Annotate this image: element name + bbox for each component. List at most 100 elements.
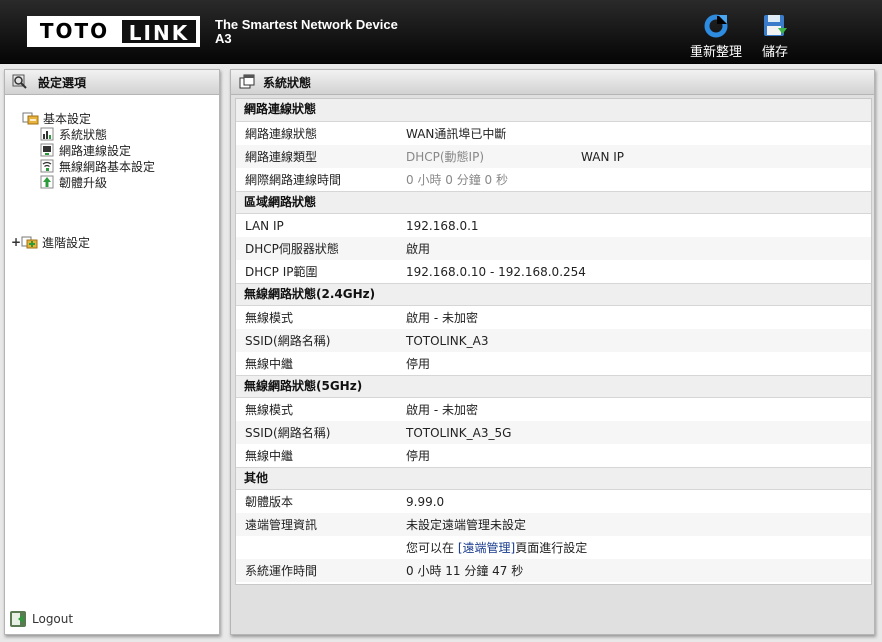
wireless-icon — [40, 159, 54, 173]
row-key: DHCP伺服器狀態 — [245, 242, 339, 256]
table-row: DHCP伺服器狀態 啟用 — [236, 237, 871, 260]
table-row: SSID(網路名稱) TOTOLINK_A3_5G — [236, 421, 871, 444]
section-network-title: 網路連線狀態 — [236, 99, 871, 122]
main-panel: 系統狀態 網路連線狀態 網路連線狀態 WAN通訊埠已中斷 網路連線類型 DHCP… — [230, 69, 875, 635]
row-value: 啟用 - 未加密 — [406, 403, 478, 417]
sidebar-title-bar: 設定選項 — [5, 70, 219, 95]
page-title: 系統狀態 — [263, 75, 312, 90]
table-row: 韌體版本 9.99.0 — [236, 490, 871, 513]
tree-advanced-settings[interactable]: + 進階設定 — [5, 234, 90, 250]
logout-link[interactable]: Logout — [9, 610, 73, 628]
sidebar-item-label: 韌體升級 — [59, 175, 108, 190]
row-key: 無線中繼 — [245, 357, 294, 371]
remote-hint-post: 頁面進行設定 — [515, 541, 588, 555]
row-value: 啟用 - 未加密 — [406, 311, 478, 325]
row-value: 未設定遠端管理未設定 — [406, 518, 527, 532]
row-value: 192.168.0.1 — [406, 218, 479, 233]
sidebar-item-label: 無線網路基本設定 — [59, 159, 156, 174]
save-icon — [764, 15, 787, 36]
row-value: TOTOLINK_A3 — [406, 333, 489, 348]
section-lan-title: 區域網路狀態 — [236, 191, 871, 214]
row-key: 網路連線類型 — [245, 150, 318, 164]
logout-icon — [10, 611, 26, 627]
row-value: 192.168.0.10 - 192.168.0.254 — [406, 264, 586, 279]
row-key: 無線模式 — [245, 403, 294, 417]
sidebar-item-label: 網路連線設定 — [59, 143, 132, 158]
section-wifi24-title: 無線網路狀態(2.4GHz) — [236, 283, 871, 306]
sidebar-title: 設定選項 — [38, 75, 87, 90]
table-row: 您可以在 [遠端管理]頁面進行設定 — [236, 536, 871, 559]
row-value: 啟用 — [406, 242, 431, 256]
sidebar-item-label: 系統狀態 — [59, 127, 108, 142]
top-header: TOTO LINK The Smartest Network Device A3… — [0, 0, 882, 64]
row-key: SSID(網路名稱) — [245, 334, 331, 348]
remote-hint-pre: 您可以在 — [406, 541, 458, 555]
settings-sidebar: 設定選項 基本設定 系統狀態 網路連線設定 無線網路基本設定 韌體升級 + 進階… — [4, 69, 220, 635]
row-key: 網際網路連線時間 — [245, 173, 342, 187]
row-key: 無線模式 — [245, 311, 294, 325]
tree-advanced-label: 進階設定 — [42, 235, 91, 250]
row-value: 停用 — [406, 357, 431, 371]
row-key: 系統運作時間 — [245, 564, 318, 578]
logo-link: LINK — [120, 18, 198, 45]
row-key: LAN IP — [245, 218, 284, 233]
table-row: 網際網路連線時間 0 小時 0 分鐘 0 秒 — [236, 168, 871, 191]
settings-tree: 基本設定 系統狀態 網路連線設定 無線網路基本設定 韌體升級 — [5, 110, 219, 190]
table-row: 無線模式 啟用 - 未加密 — [236, 398, 871, 421]
refresh-button[interactable]: 重新整理 — [686, 14, 746, 60]
expand-plus-icon[interactable]: + — [11, 235, 21, 249]
window-icon — [239, 74, 255, 89]
sidebar-item-firmware-upgrade[interactable]: 韌體升級 — [5, 174, 219, 190]
table-row: LAN IP 192.168.0.1 — [236, 214, 871, 237]
row-value: TOTOLINK_A3_5G — [406, 425, 512, 440]
table-row: DHCP IP範圍 192.168.0.10 - 192.168.0.254 — [236, 260, 871, 283]
section-wifi5-title: 無線網路狀態(5GHz) — [236, 375, 871, 398]
row-value: 9.99.0 — [406, 494, 445, 509]
row-key: DHCP IP範圍 — [245, 265, 318, 279]
tagline-block: The Smartest Network Device A3 — [215, 18, 398, 46]
sidebar-item-wireless-basic[interactable]: 無線網路基本設定 — [5, 158, 219, 174]
computer-icon — [40, 143, 54, 157]
magnifier-icon — [12, 74, 27, 89]
table-row: 無線模式 啟用 - 未加密 — [236, 306, 871, 329]
section-other-title: 其他 — [236, 467, 871, 490]
table-row: SSID(網路名稱) TOTOLINK_A3 — [236, 329, 871, 352]
row-extra: WAN IP — [581, 149, 625, 164]
table-row: 系統運作時間 0 小時 11 分鐘 47 秒 — [236, 559, 871, 582]
row-key: 無線中繼 — [245, 449, 294, 463]
logout-label: Logout — [32, 612, 74, 626]
upgrade-icon — [40, 175, 54, 189]
row-value: WAN通訊埠已中斷 — [406, 127, 507, 141]
row-value: 0 小時 11 分鐘 47 秒 — [406, 564, 524, 578]
row-value: 停用 — [406, 449, 431, 463]
status-content: 網路連線狀態 網路連線狀態 WAN通訊埠已中斷 網路連線類型 DHCP(動態IP… — [235, 98, 872, 585]
table-row: 無線中繼 停用 — [236, 352, 871, 375]
table-row: 網路連線狀態 WAN通訊埠已中斷 — [236, 122, 871, 145]
logo-toto: TOTO — [29, 18, 120, 45]
table-row: 無線中繼 停用 — [236, 444, 871, 467]
folder-open-icon — [22, 112, 39, 125]
row-key: SSID(網路名稱) — [245, 426, 331, 440]
main-title-bar: 系統狀態 — [231, 70, 874, 95]
folder-closed-icon — [21, 236, 38, 249]
sidebar-item-system-status[interactable]: 系統狀態 — [5, 126, 219, 142]
refresh-label: 重新整理 — [689, 45, 742, 60]
save-label: 儲存 — [761, 45, 788, 60]
sidebar-item-network-settings[interactable]: 網路連線設定 — [5, 142, 219, 158]
row-value: 您可以在 [遠端管理]頁面進行設定 — [406, 539, 587, 556]
row-key: 韌體版本 — [245, 495, 294, 509]
row-key: 網路連線狀態 — [245, 127, 318, 141]
save-button[interactable]: 儲存 — [755, 14, 795, 60]
totolink-logo: TOTO LINK — [27, 16, 200, 47]
remote-management-link[interactable]: [遠端管理] — [458, 541, 515, 555]
bar-chart-icon — [40, 127, 54, 141]
model-name: A3 — [215, 31, 232, 46]
refresh-icon — [704, 14, 728, 38]
row-value: DHCP(動態IP) — [406, 150, 485, 164]
tree-basic-settings[interactable]: 基本設定 — [5, 110, 219, 126]
tree-basic-label: 基本設定 — [43, 111, 92, 126]
tagline: The Smartest Network Device — [215, 17, 398, 32]
row-value: 0 小時 0 分鐘 0 秒 — [406, 173, 508, 187]
table-row: 網路連線類型 DHCP(動態IP) WAN IP — [236, 145, 871, 168]
table-row: 遠端管理資訊 未設定遠端管理未設定 — [236, 513, 871, 536]
